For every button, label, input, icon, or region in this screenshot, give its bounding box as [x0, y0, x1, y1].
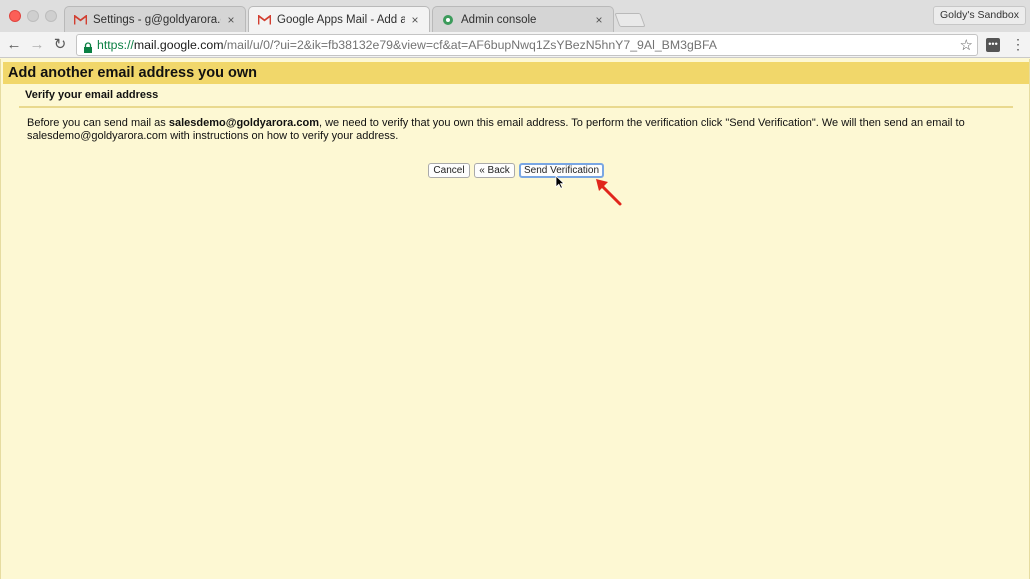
address-bar[interactable]: https://mail.google.com/mail/u/0/?ui=2&i… — [76, 34, 978, 56]
red-arrow-annotation-icon — [594, 177, 624, 212]
close-tab-icon[interactable]: × — [593, 13, 605, 27]
cancel-button[interactable]: Cancel — [428, 163, 470, 178]
bookmark-star-icon[interactable]: ☆ — [960, 36, 973, 54]
browser-titlebar: Settings - g@goldyarora.com × Google App… — [0, 0, 1030, 32]
minimize-window-button[interactable] — [27, 10, 39, 22]
gmail-icon — [73, 14, 87, 26]
email-address: salesdemo@goldyarora.com — [168, 117, 319, 129]
gmail-icon — [257, 14, 271, 26]
back-button[interactable]: « Back — [474, 163, 515, 178]
verification-message: Before you can send mail as salesdemo@go… — [27, 117, 965, 142]
extension-icon[interactable]: ••• — [986, 38, 1000, 52]
admin-console-icon — [441, 14, 455, 26]
browser-toolbar: ← → ↻ https://mail.google.com/mail/u/0/?… — [0, 32, 1030, 58]
page-title: Add another email address you own — [8, 65, 257, 81]
close-tab-icon[interactable]: × — [409, 13, 421, 27]
close-tab-icon[interactable]: × — [225, 13, 237, 27]
reload-icon[interactable]: ↻ — [51, 36, 69, 54]
tab-settings[interactable]: Settings - g@goldyarora.com × — [64, 6, 246, 32]
lock-icon — [83, 40, 93, 53]
tab-label: Google Apps Mail - Add anoth — [277, 13, 405, 26]
tab-label: Admin console — [461, 13, 537, 26]
divider — [19, 106, 1013, 108]
maximize-window-button[interactable] — [45, 10, 57, 22]
menu-icon[interactable]: ⋮ — [1011, 36, 1025, 53]
back-arrow-icon[interactable]: ← — [5, 36, 23, 54]
page-content: Add another email address you own Verify… — [0, 59, 1030, 579]
tab-google-apps-mail[interactable]: Google Apps Mail - Add anoth × — [248, 6, 430, 32]
tab-admin-console[interactable]: Admin console × — [432, 6, 614, 32]
tab-label: Settings - g@goldyarora.com — [93, 13, 221, 26]
page-header: Add another email address you own — [3, 62, 1029, 84]
section-title: Verify your email address — [25, 89, 159, 101]
new-tab-button[interactable] — [614, 13, 646, 27]
url-text: https://mail.google.com/mail/u/0/?ui=2&i… — [97, 38, 718, 52]
mouse-cursor-icon — [555, 175, 566, 194]
close-window-button[interactable] — [9, 10, 21, 22]
forward-arrow-icon[interactable]: → — [28, 36, 46, 54]
profile-button[interactable]: Goldy's Sandbox — [932, 6, 1026, 25]
